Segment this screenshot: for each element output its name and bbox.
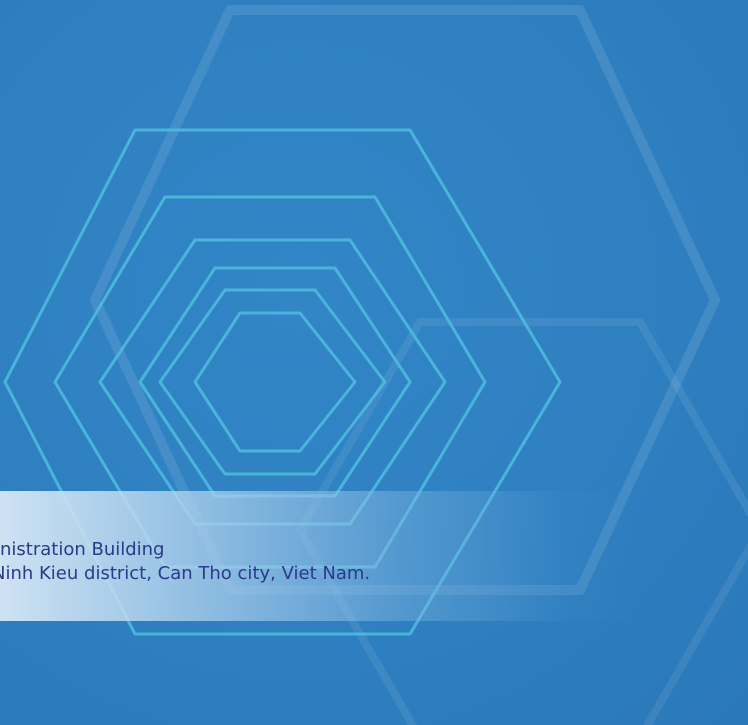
hexagon-ring-4 [138,266,412,498]
hexagon-ring-3 [98,238,447,526]
address-line-1: Administration Building [0,539,165,560]
hexagon-ring-6 [193,311,357,453]
address-line-2: Ninh Kieu district, Can Tho city, Viet N… [0,563,371,584]
address-block: Administration Building Ninh Kieu distri… [0,538,748,586]
